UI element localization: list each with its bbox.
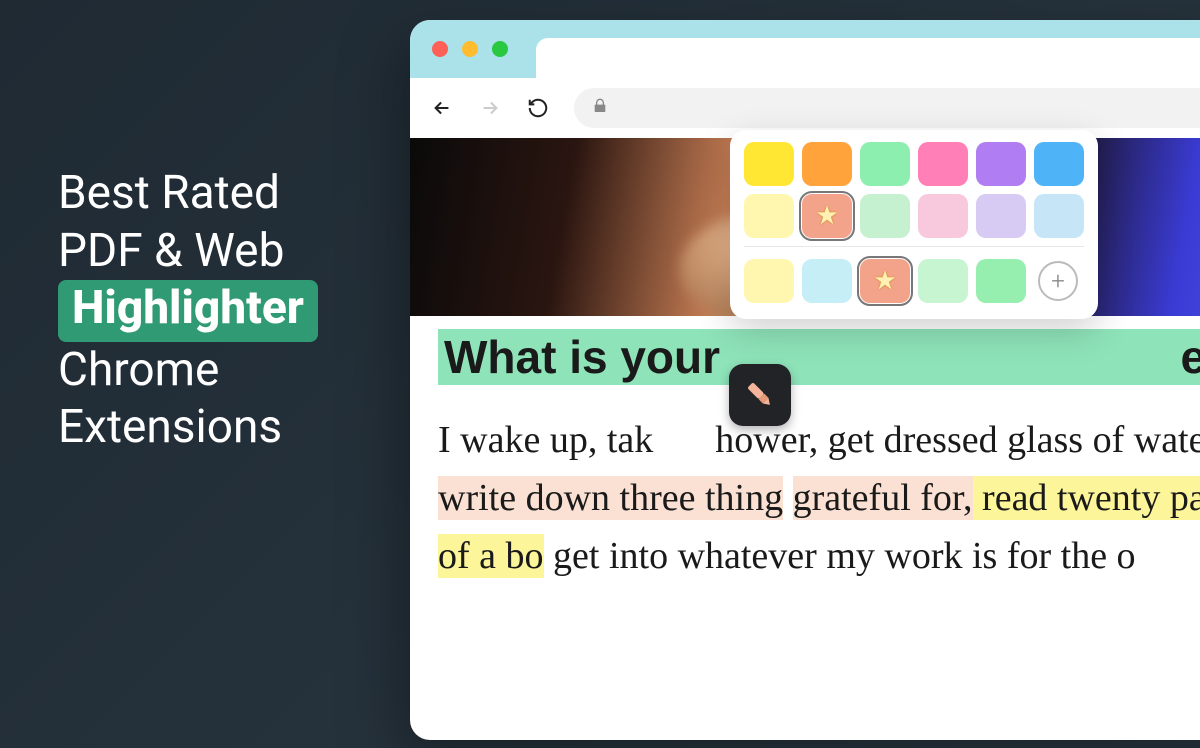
color-swatch[interactable]	[1034, 194, 1084, 238]
add-color-button[interactable]: +	[1038, 261, 1078, 301]
color-swatch[interactable]	[802, 259, 852, 303]
p-text: get into whatever my work is for the o	[553, 535, 1136, 577]
address-bar[interactable]	[574, 88, 1200, 128]
color-swatch[interactable]	[744, 194, 794, 238]
color-swatch[interactable]	[802, 194, 852, 238]
color-swatch[interactable]	[1034, 142, 1084, 186]
promo-line1: Best Rated	[58, 165, 318, 223]
p-text: I wake up, tak	[438, 419, 653, 461]
color-swatch[interactable]	[976, 194, 1026, 238]
color-swatch[interactable]	[860, 194, 910, 238]
highlighter-icon[interactable]	[729, 364, 791, 426]
close-icon[interactable]	[432, 41, 448, 57]
color-swatch[interactable]	[976, 259, 1026, 303]
window-controls	[432, 41, 508, 57]
promo-line5: Extensions	[58, 399, 318, 457]
highlight-peach: write down three thing	[438, 476, 783, 520]
palette-row-1	[744, 142, 1084, 186]
highlight-peach: grateful for,	[793, 476, 973, 520]
browser-window: + What is your _________________ e? I w	[410, 20, 1200, 740]
reload-icon[interactable]	[526, 96, 550, 120]
p-text: glass of water,	[1007, 419, 1200, 461]
browser-titlebar: +	[410, 20, 1200, 78]
browser-toolbar	[410, 78, 1200, 138]
palette-row-3: +	[744, 259, 1084, 303]
back-icon[interactable]	[430, 96, 454, 120]
color-swatch[interactable]	[860, 259, 910, 303]
minimize-icon[interactable]	[462, 41, 478, 57]
article-paragraph: I wake up, takhower, get dressed glass o…	[438, 412, 1200, 585]
heading-part1: What is your	[444, 331, 720, 383]
promo-line2: PDF & Web	[58, 223, 318, 281]
lock-icon	[592, 98, 608, 118]
article-body: What is your _________________ e? I wake…	[410, 316, 1200, 613]
forward-icon[interactable]	[478, 96, 502, 120]
color-swatch[interactable]	[976, 142, 1026, 186]
promo-highlight: Highlighter	[58, 280, 318, 342]
promo-line4: Chrome	[58, 342, 318, 400]
browser-tab[interactable]	[536, 38, 1200, 78]
palette-divider	[744, 246, 1084, 247]
promo-headline: Best Rated PDF & Web Highlighter Chrome …	[58, 165, 318, 457]
color-swatch[interactable]	[744, 259, 794, 303]
color-swatch[interactable]	[860, 142, 910, 186]
color-swatch[interactable]	[918, 259, 968, 303]
palette-row-2	[744, 194, 1084, 238]
article-heading: What is your _________________ e?	[438, 329, 1200, 385]
maximize-icon[interactable]	[492, 41, 508, 57]
heading-part2: e?	[1181, 331, 1200, 383]
color-palette-popup: +	[730, 130, 1098, 319]
page-content: What is your _________________ e? I wake…	[410, 138, 1200, 740]
color-swatch[interactable]	[918, 142, 968, 186]
color-swatch[interactable]	[802, 142, 852, 186]
color-swatch[interactable]	[918, 194, 968, 238]
color-swatch[interactable]	[744, 142, 794, 186]
